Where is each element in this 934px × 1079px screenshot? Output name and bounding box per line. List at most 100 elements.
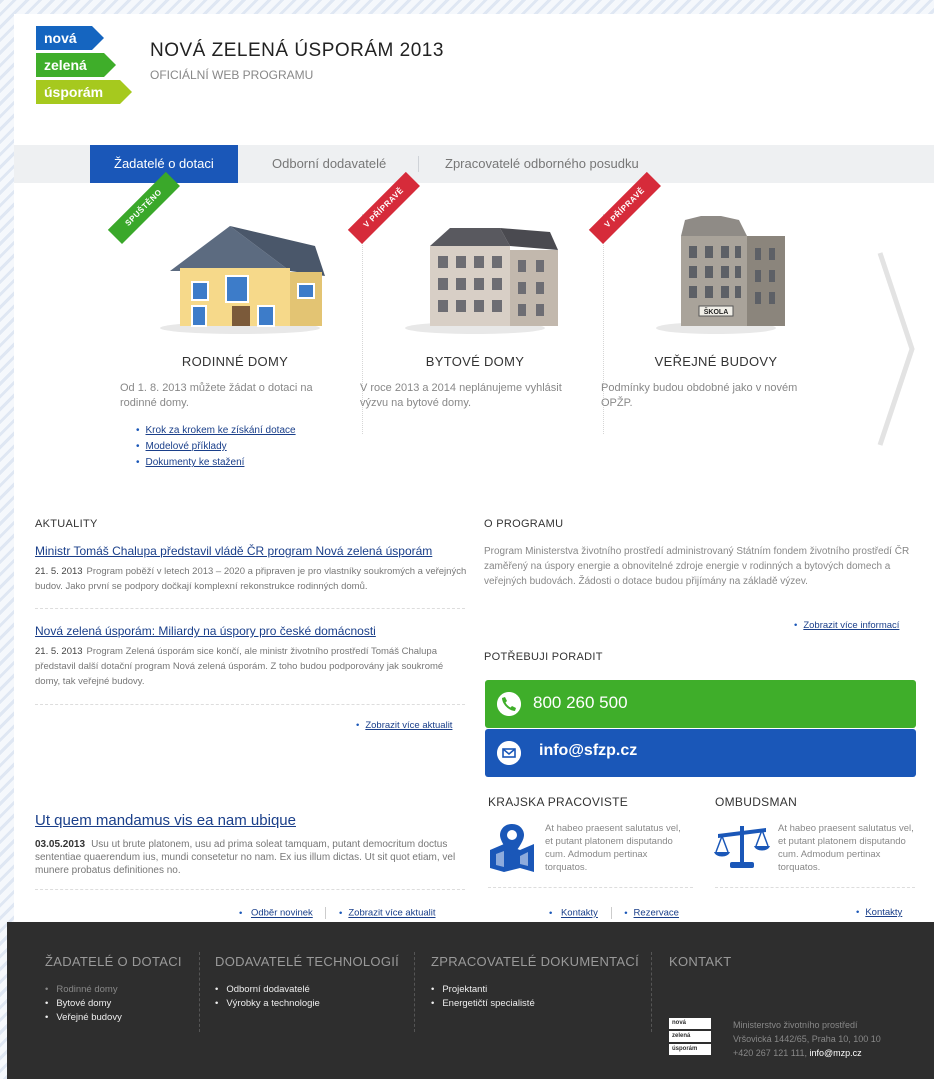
footer-heading: KONTAKT: [669, 954, 732, 969]
kontakty-link[interactable]: Kontakty: [561, 908, 598, 919]
old-news-date: 03.05.2013: [35, 839, 86, 850]
program-title[interactable]: BYTOVÉ DOMY: [360, 354, 590, 369]
footer-col-zadatele: ŽADATELÉ O DOTACI Rodinné domy Bytové do…: [45, 954, 182, 1025]
more-info-link[interactable]: Zobrazit více informací: [803, 620, 899, 631]
subscribe-link[interactable]: Odběr novinek: [251, 908, 313, 919]
ombudsman-kontakty-link[interactable]: Kontakty: [865, 907, 902, 918]
program-image[interactable]: V PŘÍPRAVĚ: [347, 171, 590, 336]
link-krok-za-krokem[interactable]: Krok za krokem ke získání dotace: [146, 425, 296, 436]
program-verejne-budovy: ŠKOLA V PŘÍPRAVĚ VEŘEJNÉ BUDOVY Podmínky…: [588, 171, 831, 411]
footer-heading[interactable]: ŽADATELÉ O DOTACI: [45, 954, 182, 969]
tab-odborni-dodavatele[interactable]: Odborní dodavatelé: [272, 145, 386, 183]
news-title[interactable]: Ministr Tomáš Chalupa představil vládě Č…: [35, 544, 467, 558]
divider: [488, 887, 693, 888]
logo-line-zelena: zelená: [36, 53, 116, 77]
footer-contact: Ministerstvo životního prostředí Vršovic…: [733, 1018, 881, 1060]
news-item: Ministr Tomáš Chalupa představil vládě Č…: [35, 544, 467, 594]
footer-link[interactable]: Rodinné domy: [45, 983, 182, 997]
more-news-link[interactable]: Zobrazit více aktualit: [365, 720, 452, 731]
list-item: Modelové příklady: [136, 439, 350, 455]
program-title[interactable]: VEŘEJNÉ BUDOVY: [601, 354, 831, 369]
news-heading: AKTUALITY: [35, 518, 98, 530]
program-bytove-domy: V PŘÍPRAVĚ BYTOVÉ DOMY V roce 2013 a 201…: [347, 171, 590, 411]
footer-logo-line: zelená: [669, 1031, 711, 1042]
tab-zpracovatele[interactable]: Zpracovatelé odborného posudku: [445, 145, 639, 183]
footer-divider: [199, 952, 200, 1032]
footer: ŽADATELÉ O DOTACI Rodinné domy Bytové do…: [7, 922, 934, 1079]
footer-link[interactable]: Energetičtí specialisté: [431, 997, 639, 1011]
footer-link[interactable]: Odborní dodavatelé: [215, 983, 399, 997]
krajska-text: At habeo praesent salutatus vel, et puta…: [545, 823, 681, 873]
mail-icon: [497, 741, 521, 765]
news-date: 21. 5. 2013: [35, 566, 83, 577]
contact-address: Vršovická 1442/65, Praha 10, 100 10: [733, 1034, 881, 1044]
footer-logo-line: nová: [669, 1018, 711, 1029]
site-title: NOVÁ ZELENÁ ÚSPORÁM 2013: [150, 40, 444, 61]
phone-icon: [497, 692, 521, 716]
footer-link[interactable]: Bytové domy: [45, 997, 182, 1011]
email-address: info@sfzp.cz: [539, 742, 638, 759]
divider: [35, 704, 465, 705]
news-text: Program poběží v letech 2013 – 2020 a př…: [35, 566, 467, 592]
footer-logo[interactable]: nová zelená úsporám: [669, 1018, 711, 1057]
carousel-next-icon[interactable]: [876, 249, 916, 449]
list-item: Dokumenty ke stažení: [136, 455, 350, 471]
old-news-title[interactable]: Ut quem mandamus vis ea nam ubique: [35, 812, 296, 829]
list-item: Krok za krokem ke získání dotace: [136, 423, 350, 439]
program-image[interactable]: SPUŠTĚNO: [107, 171, 350, 336]
family-house-icon: [160, 226, 325, 334]
divider: [35, 608, 465, 609]
help-heading: POTŘEBUJI PORADIT: [484, 651, 603, 663]
footer-logo-line: úsporám: [669, 1044, 711, 1055]
old-news-body: 03.05.2013 Usu ut brute platonem, usu ad …: [35, 838, 465, 877]
logo-line-usporam: úsporám: [36, 80, 132, 104]
more-info: Zobrazit více informací: [794, 620, 899, 631]
old-news-links: Odběr novinek • Zobrazit více aktualit: [239, 907, 436, 919]
program-text: V roce 2013 a 2014 neplánujeme vyhlásit …: [360, 382, 562, 409]
main-nav: Žadatelé o dotaci Odborní dodavatelé Zpr…: [14, 145, 934, 183]
footer-col-zpracovatele: ZPRACOVATELÉ DOKUMENTACÍ Projektanti Ene…: [431, 954, 639, 1011]
page: nová zelená úsporám NOVÁ ZELENÁ ÚSPORÁM …: [7, 14, 934, 1079]
program-title[interactable]: RODINNÉ DOMY: [120, 354, 350, 369]
program-links: Krok za krokem ke získání dotace Modelov…: [136, 423, 350, 471]
contact-phone: +420 267 121 111,: [733, 1048, 807, 1058]
more-news: Zobrazit více aktualit: [356, 720, 452, 731]
ombudsman-links: Kontakty: [856, 907, 902, 918]
footer-divider: [414, 952, 415, 1032]
program-image[interactable]: ŠKOLA V PŘÍPRAVĚ: [588, 171, 831, 336]
footer-heading[interactable]: DODAVATELÉ TECHNOLOGIÍ: [215, 954, 399, 969]
link-separator: [610, 907, 612, 919]
news-title[interactable]: Nová zelená úsporám: Miliardy na úspory …: [35, 624, 467, 638]
phone-box[interactable]: 800 260 500: [485, 680, 916, 728]
program-text: Od 1. 8. 2013 můžete žádat o dotaci na r…: [120, 382, 313, 409]
nav-separator: [418, 156, 419, 172]
about-text: Program Ministerstva životního prostředí…: [484, 546, 910, 587]
email-box[interactable]: info@sfzp.cz: [485, 729, 916, 777]
news-body: 21. 5. 2013 Program Zelená úsporám sice k…: [35, 644, 467, 689]
divider: [715, 887, 915, 888]
apartment-building-icon: [405, 228, 558, 334]
program-rodinne-domy: SPUŠTĚNO RODINNÉ DOMY Od 1. 8. 2013 může…: [107, 171, 350, 471]
logo-line-nova: nová: [36, 26, 104, 50]
footer-heading[interactable]: ZPRACOVATELÉ DOKUMENTACÍ: [431, 954, 639, 969]
site-logo[interactable]: nová zelená úsporám: [36, 26, 132, 107]
rezervace-link[interactable]: Rezervace: [634, 908, 679, 919]
footer-link[interactable]: Projektanti: [431, 983, 639, 997]
footer-col-dodavatele: DODAVATELÉ TECHNOLOGIÍ Odborní dodavatel…: [215, 954, 399, 1011]
krajska-links: Kontakty • Rezervace: [549, 907, 679, 919]
news-body: 21. 5. 2013 Program poběží v letech 2013 …: [35, 564, 467, 594]
program-text: Podmínky budou obdobné jako v novém OPŽP…: [601, 382, 798, 409]
link-modelove-priklady[interactable]: Modelové příklady: [146, 441, 227, 452]
footer-link[interactable]: Výrobky a technologie: [215, 997, 399, 1011]
footer-divider: [651, 952, 652, 1032]
footer-link[interactable]: Veřejné budovy: [45, 1011, 182, 1025]
news-date: 21. 5. 2013: [35, 646, 83, 657]
bullet: •: [339, 907, 343, 919]
news-text: Program Zelená úsporám sice končí, ale m…: [35, 646, 444, 687]
ombudsman-text: At habeo praesent salutatus vel, et puta…: [778, 823, 914, 873]
contact-email[interactable]: info@mzp.cz: [810, 1048, 862, 1058]
phone-number: 800 260 500: [533, 693, 628, 712]
more-news-link-2[interactable]: Zobrazit více aktualit: [348, 908, 435, 919]
link-dokumenty[interactable]: Dokumenty ke stažení: [146, 457, 245, 468]
school-building-icon: ŠKOLA: [656, 216, 785, 334]
